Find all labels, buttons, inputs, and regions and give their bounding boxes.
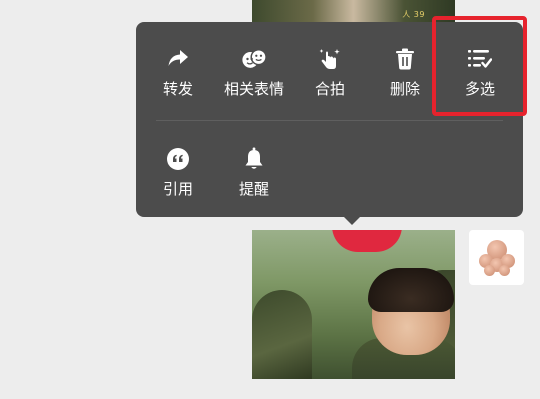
menu-item-label: 引用 <box>162 180 193 198</box>
menu-item-forward[interactable]: 转发 <box>136 42 220 112</box>
menu-item-label: 转发 <box>162 80 193 98</box>
bell-icon <box>241 146 267 172</box>
menu-item-related-stickers[interactable]: 相关表情 <box>212 42 296 112</box>
photo-person-left <box>252 290 312 379</box>
sticker-icon <box>241 46 267 72</box>
highlight-box <box>432 16 527 116</box>
menu-item-label: 提醒 <box>238 180 269 198</box>
menu-item-label: 合拍 <box>314 80 345 98</box>
forward-icon <box>165 46 191 72</box>
photo-badge-text: 人 39 <box>402 10 425 19</box>
menu-item-remind[interactable]: 提醒 <box>212 142 296 212</box>
quote-icon <box>165 146 191 172</box>
menu-pointer-arrow <box>343 216 361 225</box>
menu-item-label: 相关表情 <box>223 80 284 98</box>
photo-flag <box>332 230 402 252</box>
menu-item-quote[interactable]: 引用 <box>136 142 220 212</box>
menu-item-duet[interactable]: 合拍 <box>288 42 372 112</box>
photo-person-hair <box>368 268 454 312</box>
trash-icon <box>392 46 418 72</box>
menu-item-label: 删除 <box>389 80 420 98</box>
photo-message[interactable] <box>252 230 455 379</box>
menu-divider <box>156 120 503 121</box>
hand-tap-icon <box>317 46 343 72</box>
octopus-avatar-icon <box>477 238 517 278</box>
avatar[interactable] <box>469 230 524 285</box>
